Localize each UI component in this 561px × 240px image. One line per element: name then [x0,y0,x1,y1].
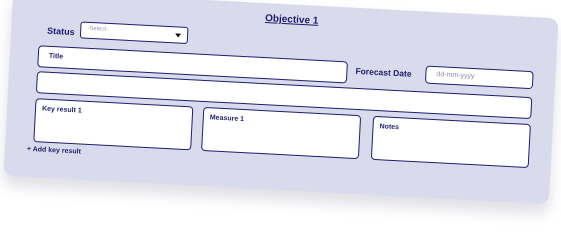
status-select[interactable]: -Select- [79,21,189,45]
measure-field[interactable]: Measure 1 [201,106,362,160]
forecast-date-input[interactable]: dd-mm-yyyy [424,65,534,90]
objective-card: Objective 1 Status -Select- Title Foreca… [3,0,559,205]
status-label: Status [46,25,75,38]
measure-label: Measure 1 [209,114,245,124]
objective-title[interactable]: Objective 1 [265,13,319,27]
key-result-field[interactable]: Key result 1 [33,98,194,151]
notes-field[interactable]: Notes [370,115,531,169]
forecast-date-placeholder: dd-mm-yyyy [436,71,475,81]
add-key-result-link[interactable]: + Add key result [27,146,81,156]
status-selected-value: -Select- [87,25,109,33]
key-result-label: Key result 1 [41,105,82,115]
chevron-down-icon [174,33,182,38]
title-label: Title [48,52,64,61]
notes-label: Notes [379,123,400,132]
forecast-date-label: Forecast Date [355,65,412,79]
